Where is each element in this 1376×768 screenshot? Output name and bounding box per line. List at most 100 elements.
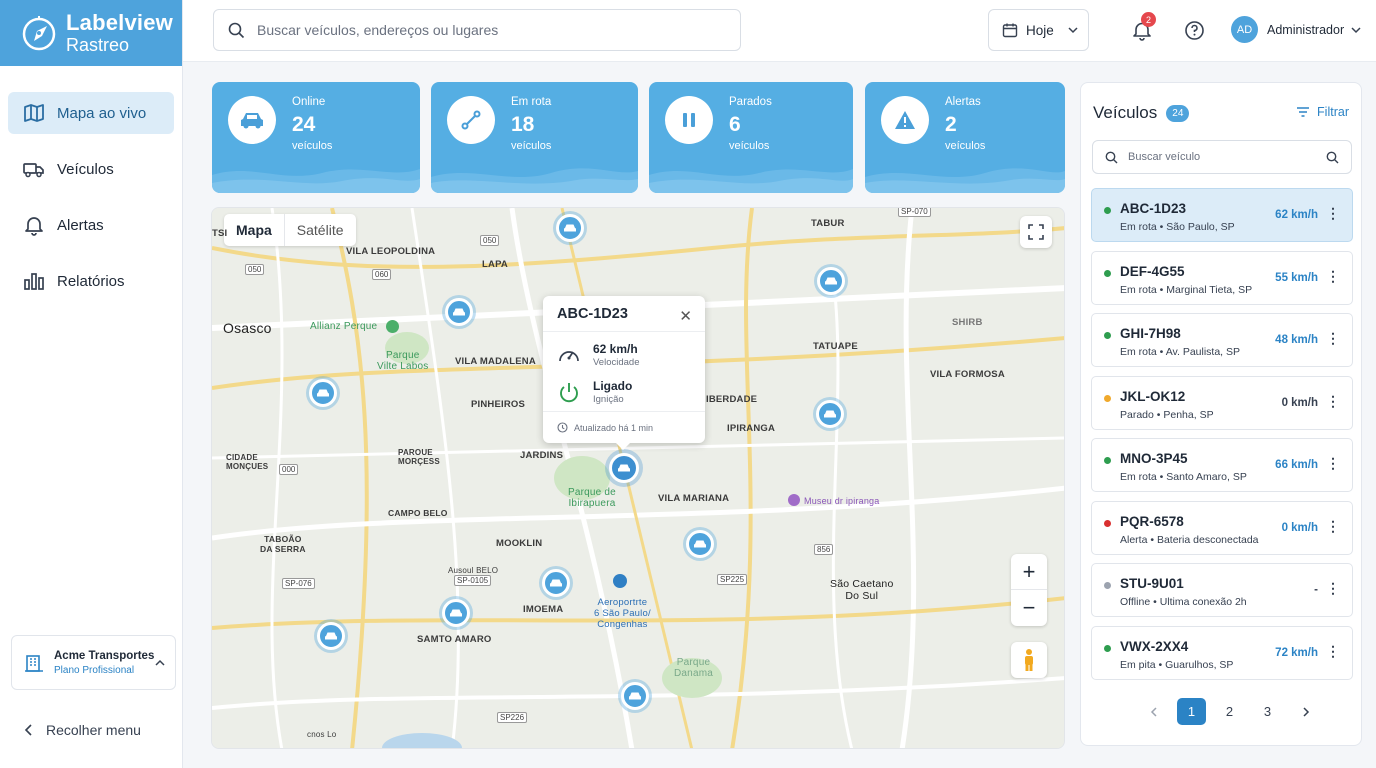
vehicle-status: Em rota • Santo Amaro, SP — [1120, 471, 1247, 483]
user-name: Administrador — [1267, 22, 1345, 37]
status-dot — [1104, 457, 1111, 464]
status-dot — [1104, 519, 1111, 527]
stat-unit: veículos — [511, 140, 552, 152]
tab-satellite[interactable]: Satélite — [285, 214, 356, 246]
more-options-icon[interactable]: ⋮ — [1326, 644, 1340, 658]
page-button-2[interactable]: 2 — [1215, 698, 1244, 725]
nav-item-reports[interactable]: Relatórios — [8, 260, 174, 302]
map-label: SAMTO AMARO — [417, 634, 492, 645]
global-search-input[interactable]: Buscar veículos, endereços ou lugares — [213, 9, 741, 51]
map-label: Osasco — [223, 320, 272, 336]
close-icon[interactable]: ✕ — [679, 307, 692, 325]
bell-icon — [25, 217, 43, 236]
vehicle-plate: DEF-4G55 — [1120, 263, 1185, 279]
popup-speed: 62 km/h — [593, 341, 638, 356]
more-options-icon[interactable]: ⋮ — [1326, 581, 1340, 595]
vehicle-list-item[interactable]: JKL-OK12 Parado • Penha, SP 0 km/h ⋮ — [1091, 375, 1353, 430]
vehicle-marker[interactable] — [817, 267, 845, 295]
live-map[interactable]: Mapa Satélite TSI Osasco VILA LEOPOLDINA… — [211, 207, 1065, 749]
vehicle-marker[interactable] — [621, 682, 649, 710]
prev-page-button[interactable] — [1139, 698, 1168, 725]
more-options-icon[interactable]: ⋮ — [1326, 269, 1340, 283]
vehicle-list-item[interactable]: ABC-1D23 Em rota • São Paulo, SP 62 km/h ⋮ — [1091, 188, 1353, 242]
vehicle-list-item[interactable]: GHI-7H98 Em rota • Av. Paulista, SP 48 km/… — [1091, 313, 1353, 367]
road-shield: 856 — [814, 544, 834, 555]
map-label: IBERDADE — [706, 394, 758, 405]
nav-item-alerts[interactable]: Alertas — [8, 204, 174, 246]
more-options-icon[interactable]: ⋮ — [1326, 206, 1340, 220]
zoom-in-button[interactable]: + — [1011, 554, 1047, 590]
vehicle-list-item[interactable]: PQR-6578 Alerta • Bateria desconectada 0 k… — [1091, 500, 1353, 555]
vehicle-status-text: Alerta — [1120, 533, 1148, 546]
car-icon — [825, 277, 837, 285]
page-button-3[interactable]: 3 — [1253, 698, 1282, 725]
vehicle-marker[interactable] — [309, 379, 337, 407]
vehicle-list: ABC-1D23 Em rota • São Paulo, SP 62 km/h ⋮ D… — [1091, 188, 1353, 688]
map-type-toggle: Mapa Satélite — [224, 214, 356, 246]
page-button-1[interactable]: 1 — [1177, 698, 1206, 725]
more-options-icon[interactable]: ⋮ — [1326, 394, 1340, 408]
notifications-button[interactable]: 2 — [1131, 12, 1156, 47]
map-label: Aeroportrte 6 São Paulo/ Congenhas — [594, 597, 651, 630]
nav-item-live-map[interactable]: Mapa ao vivo — [8, 92, 174, 134]
vehicle-location: Guarulhos, SP — [1165, 658, 1234, 671]
brand-logo[interactable]: Labelview Rastreo — [0, 0, 182, 66]
tab-map[interactable]: Mapa — [224, 214, 285, 246]
date-range-dropdown[interactable]: Hoje — [988, 9, 1089, 51]
vehicle-marker[interactable] — [556, 214, 584, 242]
vehicle-marker[interactable] — [542, 569, 570, 597]
vehicle-search-input[interactable]: Buscar veículo — [1092, 140, 1352, 174]
stat-card-alerts[interactable]: Alertas 2 veículos — [865, 82, 1065, 193]
help-button[interactable] — [1184, 20, 1205, 46]
vehicle-marker[interactable] — [317, 622, 345, 650]
map-label: Parque Danama — [674, 657, 713, 679]
vehicle-list-item[interactable]: VWX-2XX4 Em pita • Guarulhos, SP 72 km/h ⋮ — [1091, 625, 1353, 680]
next-page-button[interactable] — [1291, 698, 1320, 725]
fullscreen-button[interactable] — [1020, 216, 1052, 248]
vehicle-list-item[interactable]: STU-9U01 Offline • Ultima conexão 2h - ⋮ — [1091, 563, 1353, 617]
car-icon — [629, 692, 641, 700]
road-shield: SP-076 — [282, 578, 315, 589]
nav-item-vehicles[interactable]: Veículos — [8, 148, 174, 190]
map-label: JARDINS — [520, 450, 564, 461]
status-dot — [1104, 207, 1111, 214]
pagination: 1 2 3 — [1139, 698, 1329, 725]
road-shield: 060 — [372, 269, 392, 280]
map-label: VILA FORMOSA — [930, 369, 1005, 380]
vehicle-marker[interactable] — [442, 599, 470, 627]
more-options-icon[interactable]: ⋮ — [1326, 456, 1340, 470]
vehicle-location: Santo Amaro, SP — [1166, 471, 1247, 483]
stat-card-online[interactable]: Online 24 veículos — [212, 82, 420, 193]
pause-icon — [665, 96, 713, 144]
street-view-button[interactable] — [1011, 642, 1047, 678]
chevron-up-icon — [155, 659, 165, 666]
stat-label: Alertas — [945, 96, 981, 108]
map-label: VILA MARIANA — [658, 493, 730, 504]
car-icon — [317, 389, 329, 397]
vehicle-list-item[interactable]: DEF-4G55 Em rota • Marginal Tieta, SP 55 k… — [1091, 250, 1353, 305]
stat-card-en-route[interactable]: Em rota 18 veículos — [431, 82, 638, 193]
car-icon — [694, 540, 706, 548]
filter-button[interactable]: Filtrar — [1296, 105, 1349, 119]
user-menu[interactable]: AD Administrador — [1231, 16, 1361, 43]
truck-icon — [23, 163, 44, 178]
vehicle-marker[interactable] — [816, 400, 844, 428]
search-icon — [228, 22, 245, 38]
stat-label: Parados — [729, 96, 772, 108]
stat-label: Em rota — [511, 96, 552, 108]
vehicle-marker-selected[interactable] — [609, 453, 639, 483]
vehicle-marker[interactable] — [686, 530, 714, 558]
airport-poi-icon — [613, 574, 627, 588]
clock-icon — [557, 422, 568, 433]
sidebar: Labelview Rastreo Mapa ao vivo Veículos … — [0, 0, 183, 768]
stat-card-stopped[interactable]: Parados 6 veículos — [649, 82, 853, 193]
more-options-icon[interactable]: ⋮ — [1326, 331, 1340, 345]
map-label: TABUR — [811, 218, 845, 229]
zoom-out-button[interactable]: − — [1011, 590, 1047, 626]
more-options-icon[interactable]: ⋮ — [1326, 519, 1340, 533]
collapse-menu-button[interactable]: Recolher menu — [22, 722, 141, 738]
nav-item-label: Mapa ao vivo — [57, 104, 147, 122]
organization-switcher[interactable]: Acme Transportes Plano Profissional — [11, 635, 176, 690]
vehicle-list-item[interactable]: MNO-3P45 Em rota • Santo Amaro, SP 66 km/h… — [1091, 438, 1353, 492]
vehicle-marker[interactable] — [445, 298, 473, 326]
